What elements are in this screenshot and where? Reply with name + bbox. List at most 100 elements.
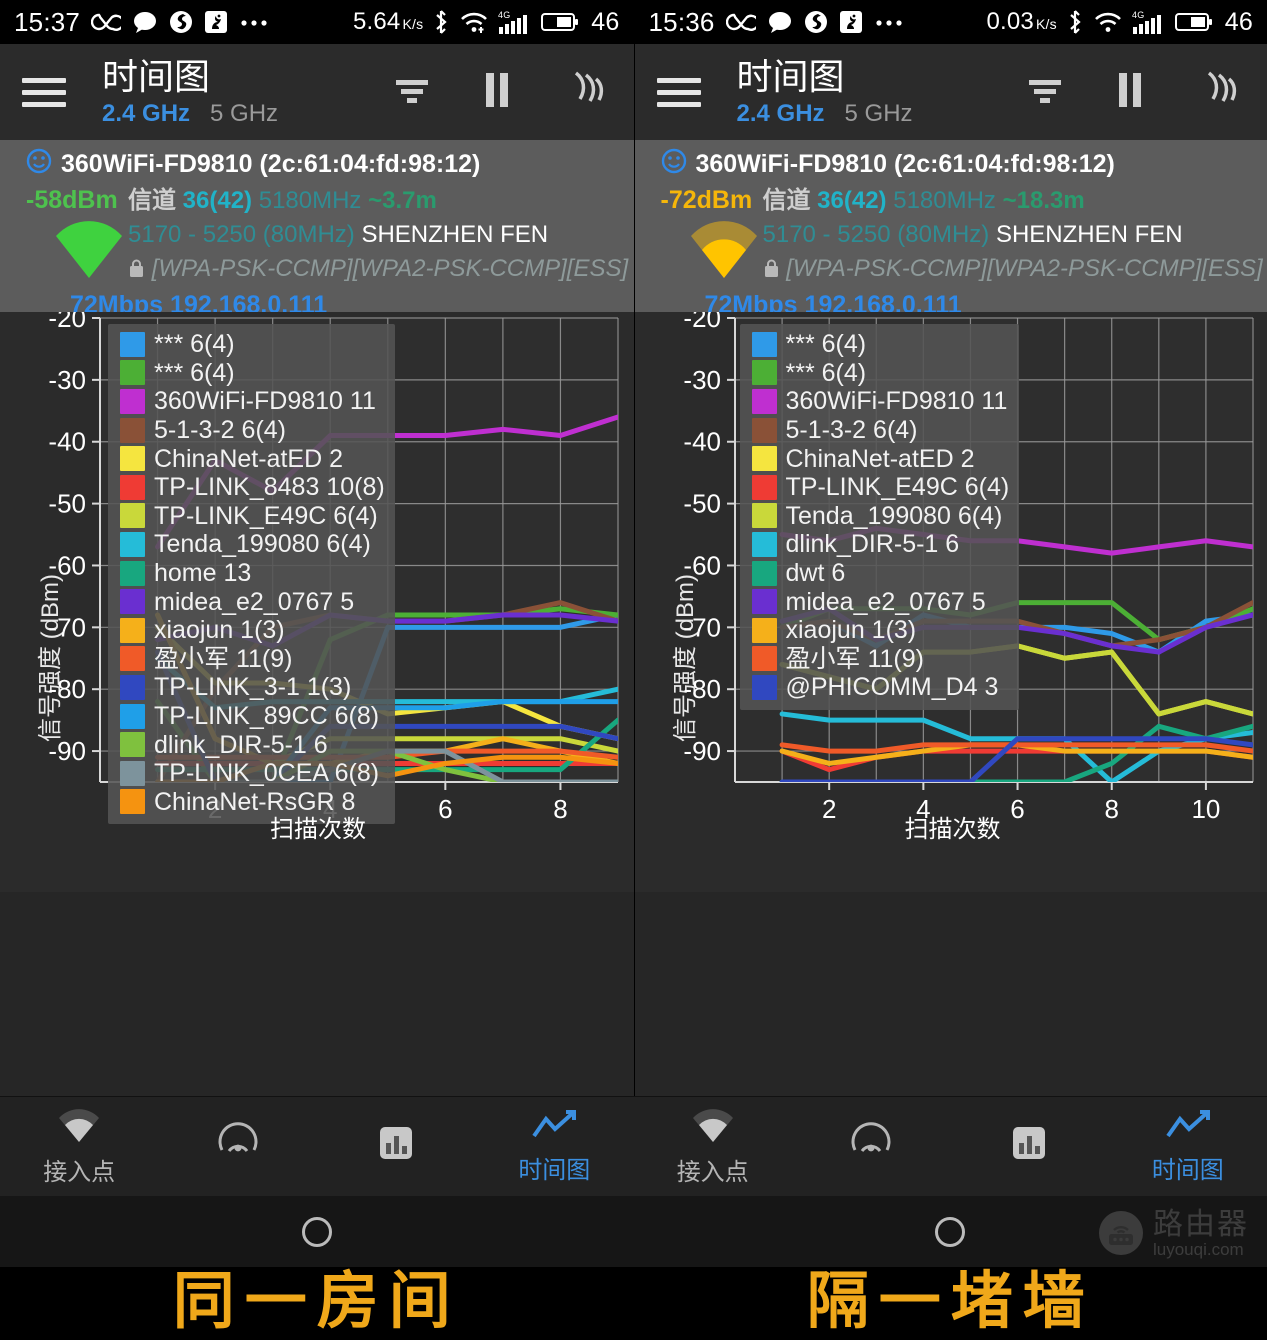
signal-4g-icon: 4G xyxy=(1132,9,1166,35)
legend-item[interactable]: 盈小军 11(9) xyxy=(120,645,385,674)
legend-item[interactable]: ChinaNet-atED 2 xyxy=(752,444,1010,473)
app-bar-right: 时间图 2.4 GHz 5 GHz xyxy=(635,44,1267,140)
system-bar-left xyxy=(0,1196,634,1267)
svg-text:2: 2 xyxy=(821,794,835,824)
legend-item[interactable]: Tenda_199080 6(4) xyxy=(752,502,1010,531)
nav-item-bar-chart[interactable] xyxy=(950,1097,1108,1197)
legend-item[interactable]: TP-LINK_0CEA 6(8) xyxy=(120,759,385,788)
legend-item[interactable]: *** 6(4) xyxy=(120,330,385,359)
legend-color-swatch xyxy=(752,532,777,557)
legend-item[interactable]: 5-1-3-2 6(4) xyxy=(120,416,385,445)
nav-item-time-graph[interactable]: 时间图 xyxy=(475,1097,633,1197)
legend-color-swatch xyxy=(752,446,777,471)
legend-item[interactable]: TP-LINK_8483 10(8) xyxy=(120,473,385,502)
legend-item[interactable]: TP-LINK_89CC 6(8) xyxy=(120,702,385,731)
legend-item[interactable]: 360WiFi-FD9810 11 xyxy=(752,387,1010,416)
legend-label: xiaojun 1(3) xyxy=(786,616,917,644)
tab-band-5ghz[interactable]: 5 GHz xyxy=(845,100,913,128)
nav-item-access-points[interactable]: 接入点 xyxy=(634,1097,792,1197)
svg-text:-60: -60 xyxy=(48,550,86,580)
tab-band-24ghz[interactable]: 2.4 GHz xyxy=(737,100,825,128)
filter-icon[interactable] xyxy=(1025,72,1065,113)
legend-item[interactable]: ChinaNet-atED 2 xyxy=(120,444,385,473)
legend-item[interactable]: *** 6(4) xyxy=(120,359,385,388)
menu-button[interactable] xyxy=(22,78,66,107)
squirrel-icon xyxy=(204,10,228,34)
legend-item[interactable]: xiaojun 1(3) xyxy=(120,616,385,645)
legend-color-swatch xyxy=(120,618,145,643)
legend-item[interactable]: dlink_DIR-5-1 6 xyxy=(752,530,1010,559)
pause-icon[interactable] xyxy=(482,70,512,115)
nav-item-access-points[interactable]: 接入点 xyxy=(0,1097,158,1197)
legend-label: 5-1-3-2 6(4) xyxy=(786,416,918,444)
wifi-icon xyxy=(1093,10,1123,34)
legend-item[interactable]: *** 6(4) xyxy=(752,330,1010,359)
chat-bubble-icon xyxy=(767,11,793,33)
legend-item[interactable]: midea_e2_0767 5 xyxy=(752,587,1010,616)
legend-item[interactable]: home 13 xyxy=(120,559,385,588)
legend-item[interactable]: Tenda_199080 6(4) xyxy=(120,530,385,559)
ap-channel-row: 信道 36(42) 5180MHz ~3.7m xyxy=(128,184,628,218)
svg-text:-70: -70 xyxy=(48,612,86,642)
status-bar-right: 15:36 xyxy=(635,0,1267,44)
legend-color-swatch xyxy=(120,532,145,557)
nav-item-radar[interactable] xyxy=(792,1097,950,1197)
legend-label: @PHICOMM_D4 3 xyxy=(786,673,999,701)
legend-label: *** 6(4) xyxy=(154,359,235,387)
home-button[interactable] xyxy=(302,1217,332,1247)
legend-item[interactable]: TP-LINK_E49C 6(4) xyxy=(120,502,385,531)
nav-label: 时间图 xyxy=(518,1150,590,1185)
filter-icon[interactable] xyxy=(392,72,432,113)
legend-item[interactable]: TP-LINK_E49C 6(4) xyxy=(752,473,1010,502)
menu-button[interactable] xyxy=(657,78,701,107)
legend-item[interactable]: dwt 6 xyxy=(752,559,1010,588)
legend-label: Tenda_199080 6(4) xyxy=(154,530,371,558)
ap-info-left: 360WiFi-FD9810 (2c:61:04:fd:98:12) -58dB… xyxy=(0,140,634,312)
legend-color-swatch xyxy=(120,732,145,757)
ap-info-right: 360WiFi-FD9810 (2c:61:04:fd:98:12) -72dB… xyxy=(635,140,1267,312)
svg-text:-80: -80 xyxy=(683,674,721,704)
nav-item-time-graph[interactable]: 时间图 xyxy=(1109,1097,1267,1197)
ap-channel-label: 信道 xyxy=(763,187,811,214)
app-icon xyxy=(169,10,193,34)
legend-item[interactable]: 盈小军 11(9) xyxy=(752,645,1010,674)
scan-icon[interactable] xyxy=(1195,69,1239,116)
legend-item[interactable]: *** 6(4) xyxy=(752,359,1010,388)
legend-item[interactable]: xiaojun 1(3) xyxy=(752,616,1010,645)
nav-item-bar-chart[interactable] xyxy=(317,1097,475,1197)
status-bar-left: 15:37 xyxy=(0,0,634,44)
ap-range: 5170 - 5250 (80MHz) xyxy=(763,221,990,248)
ap-channel: 36(42) xyxy=(817,187,886,214)
svg-text:-60: -60 xyxy=(683,550,721,580)
legend-color-swatch xyxy=(120,475,145,500)
nav-label: 接入点 xyxy=(677,1152,749,1187)
chart-legend-left[interactable]: *** 6(4)*** 6(4)360WiFi-FD9810 115-1-3-2… xyxy=(108,324,395,824)
legend-label: TP-LINK_3-1 1(3) xyxy=(154,673,351,701)
legend-item[interactable]: 360WiFi-FD9810 11 xyxy=(120,387,385,416)
legend-item[interactable]: @PHICOMM_D4 3 xyxy=(752,673,1010,702)
legend-color-swatch xyxy=(120,761,145,786)
legend-color-swatch xyxy=(120,360,145,385)
legend-item[interactable]: 5-1-3-2 6(4) xyxy=(752,416,1010,445)
battery-icon xyxy=(541,12,579,32)
scan-icon[interactable] xyxy=(562,69,606,116)
legend-item[interactable]: dlink_DIR-5-1 6 xyxy=(120,730,385,759)
ap-distance: ~3.7m xyxy=(368,187,437,214)
time-graph-left[interactable]: 信号强度 (dBm) -20-30-40-50-60-70-80-902468 … xyxy=(0,312,633,892)
home-button[interactable] xyxy=(935,1217,965,1247)
svg-text:10: 10 xyxy=(1191,794,1220,824)
pause-icon[interactable] xyxy=(1115,70,1145,115)
wifi-strength-icon xyxy=(685,220,763,287)
nav-item-radar[interactable] xyxy=(158,1097,316,1197)
tab-band-24ghz[interactable]: 2.4 GHz xyxy=(102,100,190,128)
legend-label: home 13 xyxy=(154,559,251,587)
ap-link-rate: 72Mbps xyxy=(705,291,798,312)
legend-item[interactable]: midea_e2_0767 5 xyxy=(120,587,385,616)
time-graph-right[interactable]: 信号强度 (dBm) -20-30-40-50-60-70-80-9024681… xyxy=(635,312,1267,892)
legend-item[interactable]: TP-LINK_3-1 1(3) xyxy=(120,673,385,702)
legend-color-swatch xyxy=(752,589,777,614)
tab-band-5ghz[interactable]: 5 GHz xyxy=(210,100,278,128)
legend-label: 盈小军 11(9) xyxy=(154,645,292,673)
chart-legend-right[interactable]: *** 6(4)*** 6(4)360WiFi-FD9810 115-1-3-2… xyxy=(740,324,1020,710)
wifi-icon xyxy=(689,1107,737,1150)
